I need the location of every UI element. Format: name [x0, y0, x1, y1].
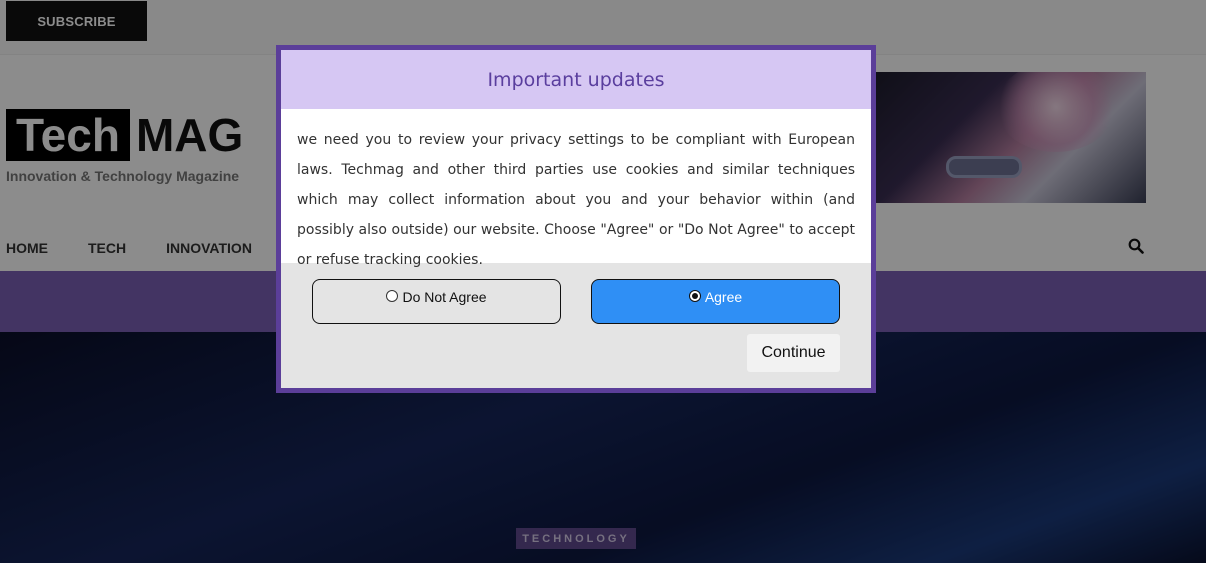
agree-radio[interactable]	[688, 290, 701, 302]
agree-label: Agree	[704, 289, 743, 305]
modal-footer: Do Not Agree Agree Continue	[281, 263, 871, 388]
modal-title: Important updates	[281, 50, 871, 109]
modal-body-text: we need you to review your privacy setti…	[281, 109, 871, 268]
continue-button[interactable]: Continue	[747, 334, 840, 372]
do-not-agree-label: Do Not Agree	[402, 289, 487, 305]
do-not-agree-option[interactable]: Do Not Agree	[312, 279, 561, 324]
privacy-modal: Important updates we need you to review …	[276, 45, 876, 393]
agree-option[interactable]: Agree	[591, 279, 840, 324]
do-not-agree-radio[interactable]	[386, 290, 399, 302]
